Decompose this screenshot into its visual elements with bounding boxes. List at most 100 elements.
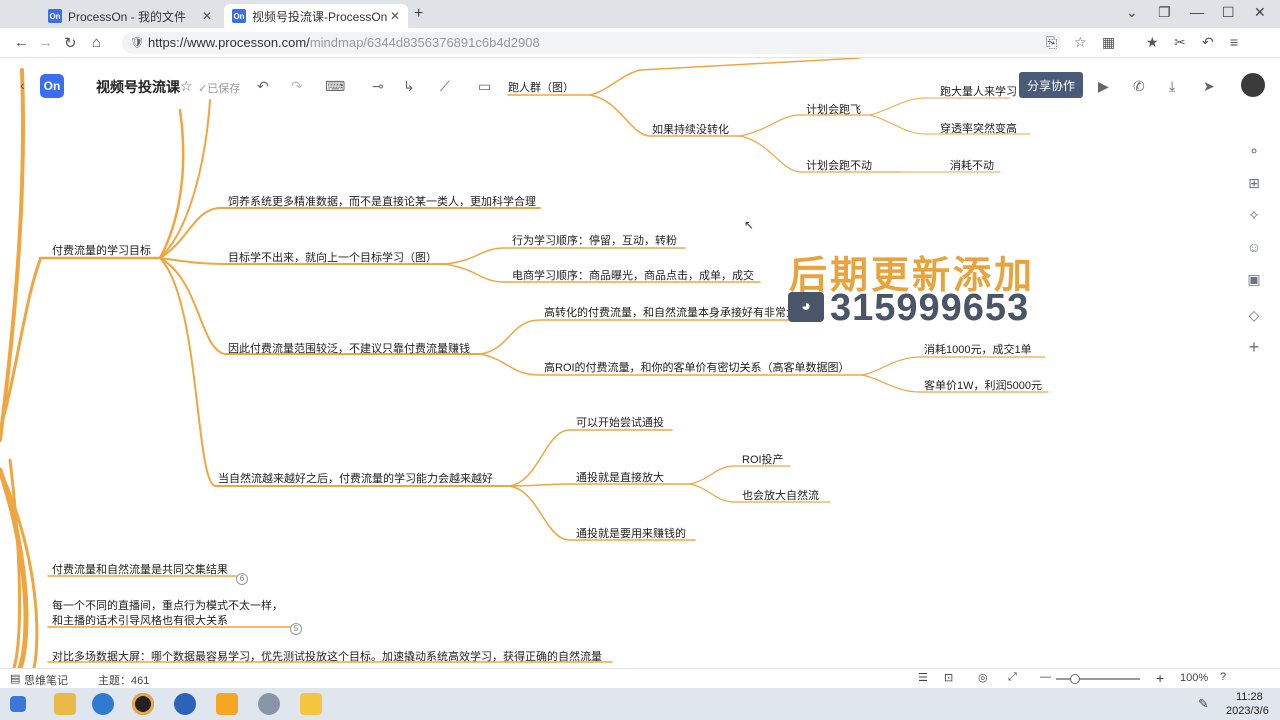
mm-node-natural-better[interactable]: 当自然流越来越好之后，付费流量的学习能力会越来越好 [218, 470, 493, 486]
mm-node-compare[interactable]: 对比多场数据大屏：哪个数据最容易学习，优先测试投放这个目标。加速撬动系统高效学习… [52, 648, 602, 664]
tab-search-icon[interactable]: ⌄ [1126, 4, 1138, 21]
structure-icon[interactable]: ⚬ [1245, 142, 1263, 160]
phone-icon[interactable]: ✆ [1133, 78, 1145, 95]
maximize-icon[interactable]: ☐ [1222, 4, 1235, 21]
chat-app-icon[interactable] [258, 693, 280, 715]
summary-icon[interactable]: ▭ [478, 78, 491, 95]
locate-icon[interactable]: ◎ [978, 671, 988, 684]
format-painter-icon[interactable]: ⌨ [325, 78, 345, 95]
mm-node-behavior-order[interactable]: 行为学习顺序：停留，互动，转粉 [512, 232, 677, 248]
redo-icon[interactable]: ↷ [291, 78, 303, 95]
reload-icon[interactable]: ↻ [64, 34, 77, 52]
mm-node-wide-range[interactable]: 因此付费流量范围较泛，不建议只靠付费流量赚钱 [228, 340, 470, 356]
download-icon[interactable]: ⤓ [1169, 78, 1175, 95]
share-button[interactable]: 分享协作 [1019, 72, 1083, 98]
mm-node-top[interactable]: 跑人群（图） [508, 79, 574, 95]
zoom-slider-handle[interactable] [1070, 674, 1080, 684]
forward-icon[interactable]: → [38, 34, 53, 51]
send-icon[interactable]: ➤ [1203, 78, 1215, 95]
fit-icon[interactable]: ⊡ [944, 671, 953, 684]
zoom-out-icon[interactable]: — [1040, 671, 1051, 683]
favorites-icon[interactable]: ★ [1146, 34, 1159, 51]
mm-node-big-audience[interactable]: 跑大量人来学习 [940, 83, 1017, 99]
close-tab-icon[interactable]: ✕ [202, 9, 212, 23]
copy-icon[interactable]: ⎘ [1046, 34, 1057, 51]
wps-app-icon[interactable] [216, 693, 238, 715]
help-icon[interactable]: ? [1220, 671, 1226, 683]
mm-node-high-roi[interactable]: 高ROI的付费流量，和你的客单价有密切关系（高客单数据图） [544, 359, 850, 375]
mode-label[interactable]: 思维笔记 [24, 672, 68, 688]
avatar[interactable] [1241, 73, 1265, 97]
file-explorer-icon[interactable] [54, 693, 76, 715]
mm-node-direct-scale[interactable]: 通投就是直接放大 [576, 469, 664, 485]
insert-subtopic-icon[interactable]: ↳ [403, 78, 415, 95]
document-title[interactable]: 视频号投流课 [96, 77, 180, 97]
clock-date[interactable]: 2023/3/6 [1226, 705, 1269, 717]
mm-node-different-room-1[interactable]: 每一个不同的直播间，重点行为模式不太一样， [52, 597, 283, 613]
mm-node-amplify[interactable]: 也会放大自然流 [742, 487, 819, 503]
star-icon[interactable]: ☆ [180, 78, 193, 95]
undo-icon[interactable]: ↶ [257, 78, 269, 95]
tag-icon[interactable]: ◇ [1245, 306, 1263, 324]
site-info-icon[interactable]: 🛡 [130, 32, 144, 54]
mm-node-to-earn[interactable]: 通投就是要用来赚钱的 [576, 525, 686, 541]
collapse-toggle-icon[interactable]: 6 [236, 573, 248, 585]
mm-node-different-room-2[interactable]: 和主播的话术引导风格也有很大关系 [52, 612, 228, 628]
mm-node-ecom-order[interactable]: 电商学习顺序：商品曝光，商品点击，成单，成交 [512, 267, 754, 283]
note-mode-icon[interactable]: ▤ [10, 672, 20, 685]
close-tab-icon[interactable]: ✕ [390, 9, 400, 23]
mm-node-high-convert[interactable]: 高转化的付费流量，和自然流量本身承接好有非常大关系 [544, 304, 819, 320]
mm-node-penetration[interactable]: 穿透率突然变高 [940, 120, 1017, 136]
mm-node-spend-1000[interactable]: 消耗1000元，成交1单 [924, 341, 1032, 357]
start-menu-icon[interactable] [10, 696, 26, 712]
processon-favicon-icon: On [232, 9, 246, 23]
zoom-slider[interactable] [1056, 674, 1140, 684]
mm-node-roi-output[interactable]: ROI投产 [742, 451, 784, 467]
add-icon[interactable]: + [1245, 338, 1263, 356]
restore-icon[interactable]: ❐ [1158, 4, 1171, 21]
back-icon[interactable]: ← [14, 34, 29, 51]
bookmark-star-icon[interactable]: ☆ [1074, 34, 1087, 51]
close-window-icon[interactable]: ✕ [1254, 4, 1266, 21]
home-icon[interactable]: ⌂ [92, 34, 101, 51]
url-field[interactable]: 🛡 https://www.processon.com/mindmap/6344… [122, 32, 1062, 54]
zoom-in-icon[interactable]: + [1156, 670, 1164, 686]
clock-time[interactable]: 11:28 [1236, 691, 1263, 703]
collapse-toggle-icon[interactable]: 5 [290, 623, 302, 635]
address-bar-row: ← → ↻ ⌂ 🛡 https://www.processon.com/mind… [0, 28, 1280, 58]
browser-app-icon[interactable] [174, 693, 196, 715]
tools-icon[interactable]: ✂ [1174, 34, 1186, 51]
mm-node-learn-goal[interactable]: 付费流量的学习目标 [52, 242, 151, 258]
mm-node-price-1w[interactable]: 客单价1W，利润5000元 [924, 377, 1042, 393]
emoji-icon[interactable]: ☺ [1245, 238, 1263, 256]
pen-icon[interactable]: ✎ [1198, 696, 1209, 712]
mm-node-goal-learn[interactable]: 目标学不出来，就向上一个目标学习（图） [228, 249, 437, 265]
processon-logo[interactable]: On [40, 74, 64, 98]
mm-node-result[interactable]: 付费流量和自然流量是共同交集结果 [52, 561, 228, 577]
mm-node-no-spend[interactable]: 消耗不动 [950, 157, 994, 173]
tree-icon[interactable]: ⊞ [1245, 174, 1263, 192]
undo-icon[interactable]: ↶ [1202, 34, 1214, 51]
mm-node-feed-system[interactable]: 饲养系统更多精准数据，而不是直接论某一类人，更加科学合理 [228, 193, 536, 209]
menu-icon[interactable]: ≡ [1230, 34, 1238, 50]
style-icon[interactable]: ✧ [1245, 206, 1263, 224]
link-icon[interactable]: ⟋ [440, 78, 450, 95]
outline-icon[interactable]: ☰ [918, 671, 928, 684]
image-icon[interactable]: ▣ [1245, 270, 1263, 288]
tab-mindmap[interactable]: On 视频号投流课-ProcessOn ✕ [224, 4, 408, 28]
minimize-icon[interactable]: — [1190, 4, 1204, 20]
notes-app-icon[interactable] [300, 693, 322, 715]
tab-my-files[interactable]: On ProcessOn - 我的文件 ✕ [40, 4, 220, 28]
present-icon[interactable]: ▶ [1098, 78, 1109, 95]
recorder-app-icon[interactable] [132, 693, 154, 715]
mm-node-can-try[interactable]: 可以开始尝试通投 [576, 414, 664, 430]
mm-node-no-convert[interactable]: 如果持续没转化 [652, 121, 729, 137]
fullscreen-icon[interactable]: ⤢ [1008, 671, 1017, 684]
back-to-files-icon[interactable]: ‹ [20, 77, 25, 93]
edge-browser-icon[interactable] [92, 693, 114, 715]
new-tab-button[interactable]: + [414, 5, 423, 23]
insert-topic-icon[interactable]: ⊸ [372, 78, 384, 95]
mm-node-plan-fly[interactable]: 计划会跑飞 [806, 101, 861, 117]
extensions-icon[interactable]: ▦ [1102, 34, 1115, 51]
mm-node-plan-stuck[interactable]: 计划会跑不动 [806, 157, 872, 173]
